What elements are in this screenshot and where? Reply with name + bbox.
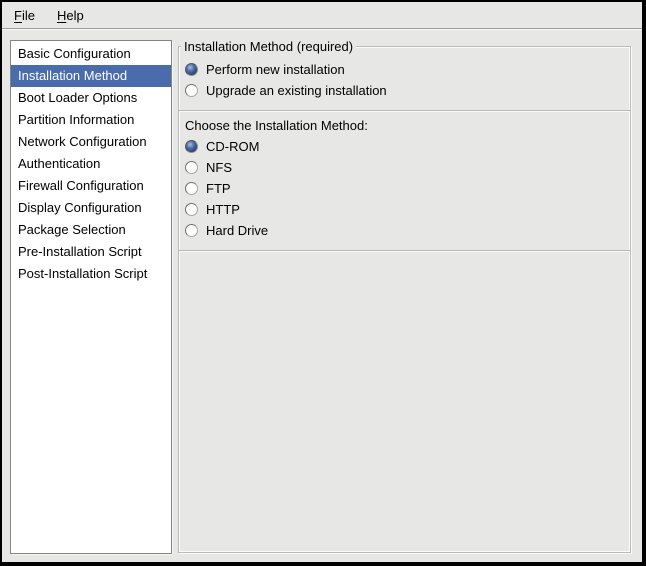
radio-label: Upgrade an existing installation bbox=[206, 83, 387, 98]
radio-label: NFS bbox=[206, 160, 232, 175]
installation-method-frame: Installation Method (required) Perform n… bbox=[178, 46, 631, 553]
menu-item-help[interactable]: Help bbox=[49, 5, 92, 26]
radio-label: FTP bbox=[206, 181, 231, 196]
method-section-label: Choose the Installation Method: bbox=[179, 116, 630, 136]
radio-button-icon[interactable] bbox=[185, 161, 198, 174]
menu-bar: File Help bbox=[2, 2, 642, 29]
radio-upgrade-existing-installation[interactable]: Upgrade an existing installation bbox=[179, 80, 630, 101]
radio-button-icon[interactable] bbox=[185, 224, 198, 237]
sidebar-item-post-installation-script[interactable]: Post-Installation Script bbox=[11, 263, 171, 285]
separator bbox=[179, 250, 630, 252]
menu-file-label: ile bbox=[22, 8, 35, 23]
separator bbox=[179, 110, 630, 112]
sidebar-item-display-configuration[interactable]: Display Configuration bbox=[11, 197, 171, 219]
sidebar-section-list: Basic Configuration Installation Method … bbox=[10, 40, 172, 554]
sidebar-item-basic-configuration[interactable]: Basic Configuration bbox=[11, 43, 171, 65]
menu-help-mnemonic: H bbox=[57, 8, 66, 23]
radio-button-icon[interactable] bbox=[185, 140, 198, 153]
radio-hard-drive[interactable]: Hard Drive bbox=[179, 220, 630, 241]
menu-item-file[interactable]: File bbox=[6, 5, 43, 26]
radio-label: CD-ROM bbox=[206, 139, 259, 154]
sidebar-item-package-selection[interactable]: Package Selection bbox=[11, 219, 171, 241]
radio-button-icon[interactable] bbox=[185, 63, 198, 76]
menu-file-mnemonic: F bbox=[14, 8, 22, 23]
radio-http[interactable]: HTTP bbox=[179, 199, 630, 220]
radio-label: HTTP bbox=[206, 202, 240, 217]
radio-ftp[interactable]: FTP bbox=[179, 178, 630, 199]
frame-body: Perform new installation Upgrade an exis… bbox=[179, 47, 630, 252]
sidebar-item-installation-method[interactable]: Installation Method bbox=[11, 65, 171, 87]
sidebar-item-pre-installation-script[interactable]: Pre-Installation Script bbox=[11, 241, 171, 263]
sidebar-item-authentication[interactable]: Authentication bbox=[11, 153, 171, 175]
menu-help-label: elp bbox=[66, 8, 83, 23]
sidebar-item-partition-information[interactable]: Partition Information bbox=[11, 109, 171, 131]
kickstart-configurator-window: File Help Basic Configuration Installati… bbox=[0, 0, 646, 566]
radio-label: Perform new installation bbox=[206, 62, 345, 77]
sidebar-item-firewall-configuration[interactable]: Firewall Configuration bbox=[11, 175, 171, 197]
sidebar-item-boot-loader-options[interactable]: Boot Loader Options bbox=[11, 87, 171, 109]
radio-label: Hard Drive bbox=[206, 223, 268, 238]
frame-title: Installation Method (required) bbox=[181, 39, 356, 55]
sidebar-item-network-configuration[interactable]: Network Configuration bbox=[11, 131, 171, 153]
radio-perform-new-installation[interactable]: Perform new installation bbox=[179, 59, 630, 80]
radio-nfs[interactable]: NFS bbox=[179, 157, 630, 178]
radio-button-icon[interactable] bbox=[185, 182, 198, 195]
radio-button-icon[interactable] bbox=[185, 203, 198, 216]
content-area: Basic Configuration Installation Method … bbox=[2, 31, 642, 562]
radio-cdrom[interactable]: CD-ROM bbox=[179, 136, 630, 157]
radio-button-icon[interactable] bbox=[185, 84, 198, 97]
